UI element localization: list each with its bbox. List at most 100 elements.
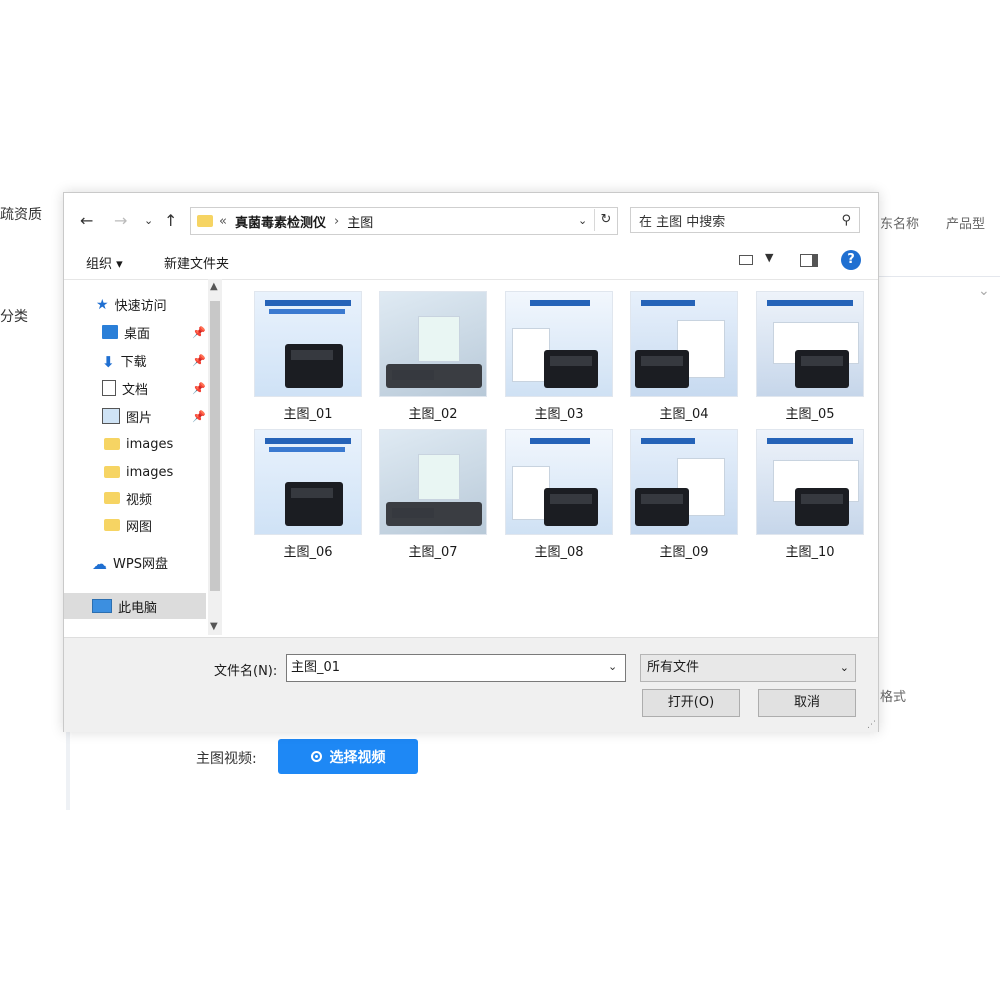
file-item[interactable]: 主图_06 bbox=[254, 429, 362, 560]
folder-icon bbox=[104, 519, 120, 531]
file-name: 主图_10 bbox=[785, 545, 835, 560]
nav-item-this-pc[interactable]: 此电脑 bbox=[92, 595, 157, 617]
view-dropdown-icon[interactable]: ▼ bbox=[765, 251, 773, 264]
pin-icon: 📌 bbox=[192, 409, 206, 423]
file-name: 主图_07 bbox=[408, 545, 458, 560]
desktop-icon bbox=[102, 325, 118, 339]
view-mode-icon[interactable] bbox=[739, 255, 753, 265]
filename-input[interactable]: 主图_01 bbox=[286, 654, 626, 682]
nav-label: images bbox=[126, 464, 174, 480]
chevron-down-icon[interactable]: ⌄ bbox=[978, 283, 990, 299]
nav-item-images-1[interactable]: images bbox=[104, 433, 173, 455]
nav-item-pictures[interactable]: 图片 📌 bbox=[102, 405, 206, 427]
cancel-button[interactable]: 取消 bbox=[758, 689, 856, 717]
file-item[interactable]: 主图_10 bbox=[756, 429, 864, 560]
nav-item-documents[interactable]: 文档 📌 bbox=[102, 377, 206, 399]
video-label: 主图视频: bbox=[196, 751, 257, 767]
file-item[interactable]: 主图_01 bbox=[254, 291, 362, 422]
up-icon[interactable]: ↑ bbox=[164, 211, 177, 230]
nav-label: 图片 bbox=[126, 410, 153, 426]
recent-dropdown-icon[interactable]: ⌄ bbox=[144, 214, 153, 227]
file-name: 主图_09 bbox=[659, 545, 709, 560]
breadcrumb-current[interactable]: 主图 bbox=[347, 212, 373, 231]
nav-item-downloads[interactable]: ⬇ 下载 📌 bbox=[102, 349, 206, 371]
chevron-down-icon[interactable]: ⌄ bbox=[608, 660, 617, 673]
dialog-toolbar: 组织 ▾ 新建文件夹 ▼ ? bbox=[64, 243, 878, 280]
folder-icon bbox=[197, 215, 213, 227]
nav-label: 网图 bbox=[126, 519, 153, 535]
file-item[interactable]: 主图_05 bbox=[756, 291, 864, 422]
nav-item-web-images[interactable]: 网图 bbox=[104, 514, 152, 536]
file-list: 主图_01 主图_02 主图_03 主图_04 主图_05 主图_06 主图_0… bbox=[226, 279, 878, 635]
file-name: 主图_08 bbox=[534, 545, 584, 560]
scroll-down-icon[interactable]: ▼ bbox=[210, 621, 218, 632]
file-thumbnail bbox=[756, 429, 864, 535]
file-name: 主图_06 bbox=[283, 545, 333, 560]
cloud-icon: ☁ bbox=[92, 555, 107, 573]
nav-scrollbar[interactable]: ▲ ▼ bbox=[208, 279, 222, 635]
breadcrumb-overflow[interactable]: « bbox=[219, 214, 227, 229]
address-dropdown-icon[interactable]: ⌄ bbox=[578, 214, 587, 227]
organize-menu[interactable]: 组织 ▾ bbox=[86, 253, 123, 272]
nav-label: WPS网盘 bbox=[113, 556, 168, 572]
file-item[interactable]: 主图_09 bbox=[630, 429, 738, 560]
nav-label: 此电脑 bbox=[118, 600, 158, 616]
download-icon: ⬇ bbox=[102, 353, 115, 371]
breadcrumb-parent[interactable]: 真菌毒素检测仪 bbox=[235, 212, 326, 231]
select-video-button[interactable]: 选择视频 bbox=[278, 739, 418, 774]
preview-pane-icon[interactable] bbox=[800, 254, 818, 267]
search-input[interactable]: 在 主图 中搜索 ⚲ bbox=[630, 207, 860, 233]
file-type-value: 所有文件 bbox=[647, 660, 700, 675]
record-icon bbox=[310, 751, 322, 762]
bg-label-qualification: 疏资质 bbox=[0, 207, 42, 223]
address-bar[interactable]: « 真菌毒素检测仪 › 主图 bbox=[190, 207, 618, 235]
bg-label-store-name: 东名称 bbox=[880, 217, 920, 232]
pictures-icon bbox=[102, 408, 120, 424]
bg-label-category: 分类 bbox=[0, 309, 28, 325]
filename-label: 文件名(N): bbox=[214, 664, 278, 679]
file-item[interactable]: 主图_04 bbox=[630, 291, 738, 422]
nav-label: 文档 bbox=[122, 382, 149, 398]
file-type-select[interactable]: 所有文件 ⌄ bbox=[640, 654, 856, 682]
folder-icon bbox=[104, 438, 120, 450]
nav-item-quick-access[interactable]: ★ 快速访问 bbox=[96, 293, 167, 315]
breadcrumb-separator: › bbox=[333, 213, 340, 229]
refresh-icon[interactable]: ↻ bbox=[594, 209, 617, 231]
nav-item-images-2[interactable]: images bbox=[104, 461, 173, 483]
resize-grip-icon[interactable]: ⋰ bbox=[867, 720, 876, 730]
nav-item-videos[interactable]: 视频 bbox=[104, 487, 152, 509]
file-thumbnail bbox=[505, 429, 613, 535]
folder-icon bbox=[104, 492, 120, 504]
file-thumbnail bbox=[505, 291, 613, 397]
help-icon[interactable]: ? bbox=[841, 250, 861, 270]
file-thumbnail bbox=[630, 291, 738, 397]
select-video-label: 选择视频 bbox=[329, 749, 386, 766]
new-folder-button[interactable]: 新建文件夹 bbox=[164, 253, 229, 272]
dialog-footer: 文件名(N): 主图_01 ⌄ 所有文件 ⌄ 打开(O) 取消 ⋰ bbox=[64, 637, 878, 732]
back-icon[interactable]: ← bbox=[80, 211, 93, 230]
file-name: 主图_05 bbox=[785, 407, 835, 422]
forward-icon[interactable]: → bbox=[114, 211, 127, 230]
file-item[interactable]: 主图_03 bbox=[505, 291, 613, 422]
scroll-up-icon[interactable]: ▲ bbox=[210, 281, 218, 292]
nav-label: 下载 bbox=[120, 354, 147, 370]
file-thumbnail bbox=[379, 291, 487, 397]
nav-item-wps-drive[interactable]: ☁ WPS网盘 bbox=[92, 551, 168, 573]
open-button[interactable]: 打开(O) bbox=[642, 689, 740, 717]
file-thumbnail bbox=[379, 429, 487, 535]
file-item[interactable]: 主图_08 bbox=[505, 429, 613, 560]
file-thumbnail bbox=[254, 291, 362, 397]
nav-label: 桌面 bbox=[124, 326, 151, 342]
bg-label-model: 产品型 bbox=[946, 217, 986, 232]
pin-icon: 📌 bbox=[192, 353, 206, 367]
nav-item-desktop[interactable]: 桌面 📌 bbox=[102, 321, 206, 343]
file-thumbnail bbox=[756, 291, 864, 397]
file-name: 主图_04 bbox=[659, 407, 709, 422]
file-item[interactable]: 主图_02 bbox=[379, 291, 487, 422]
computer-icon bbox=[92, 599, 112, 613]
bg-label-format: 格式 bbox=[880, 690, 907, 705]
scrollbar-thumb[interactable] bbox=[210, 301, 220, 591]
navigation-pane: ★ 快速访问 桌面 📌 ⬇ 下载 📌 文档 📌 图片 📌 images imag… bbox=[64, 279, 226, 635]
file-item[interactable]: 主图_07 bbox=[379, 429, 487, 560]
file-name: 主图_03 bbox=[534, 407, 584, 422]
